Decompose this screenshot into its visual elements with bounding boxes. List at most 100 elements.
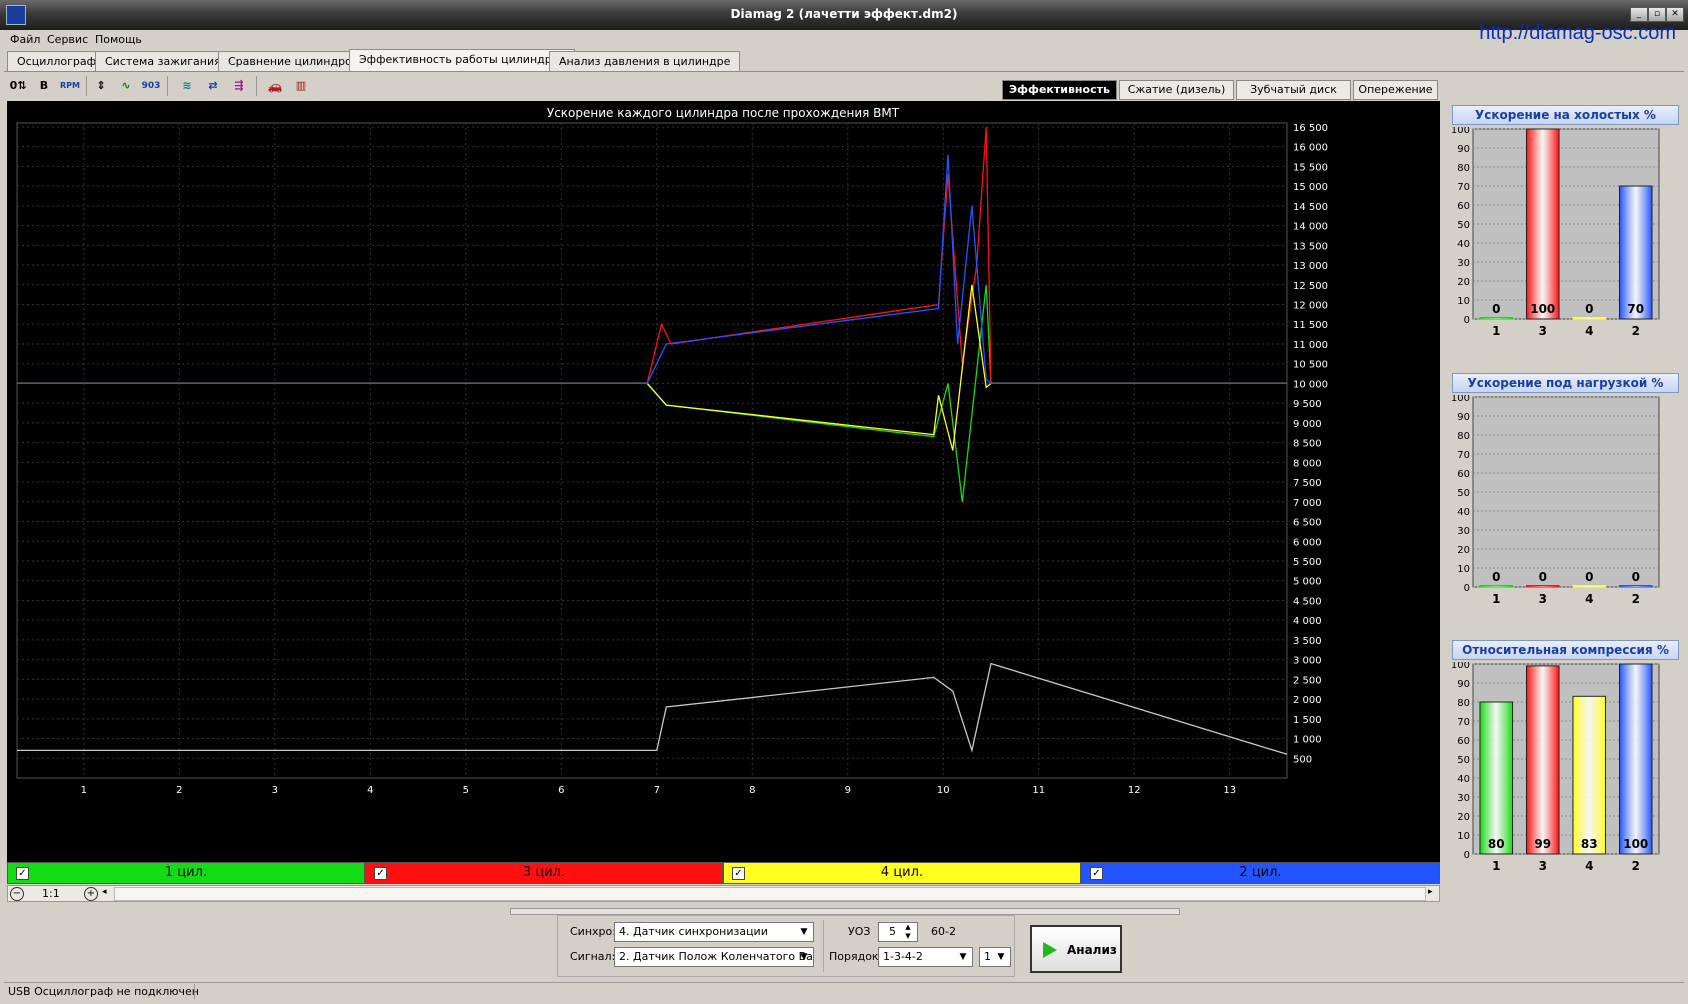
acceleration-chart[interactable]: Ускорение каждого цилиндра после прохожд… (7, 101, 1440, 862)
bar-value-label: 0 (1632, 570, 1640, 584)
y-tick-label: 15 000 (1293, 182, 1328, 193)
mode-tab-compression[interactable]: Сжатие (дизель) (1119, 80, 1234, 100)
mode-tab-efficiency[interactable]: Эффективность (1002, 80, 1117, 100)
bar-y-tick: 90 (1457, 144, 1470, 155)
mode-tab-gear-disk[interactable]: Зубчатый диск (1236, 80, 1351, 100)
x-tick-label: 3 (272, 785, 278, 796)
scroll-right-icon[interactable]: ▸ (1428, 887, 1433, 897)
axis-icon[interactable]: ⇄ (203, 76, 223, 96)
bar-value-label: 80 (1488, 837, 1505, 851)
y-tick-label: 7 000 (1293, 498, 1322, 509)
site-url[interactable]: http://diamag-osc.com (1479, 22, 1676, 45)
order-start-select[interactable]: 1 ▼ (979, 947, 1011, 967)
maximize-button[interactable]: ▫ (1648, 7, 1666, 22)
stepper-arrows-icon[interactable]: ▲ ▼ (901, 923, 915, 941)
bar-category-label: 3 (1539, 592, 1547, 606)
y-tick-label: 7 500 (1293, 478, 1322, 489)
firing-order-select[interactable]: 1-3-4-2 ▼ (878, 947, 973, 967)
tab-cylinder-compare[interactable]: Сравнение цилиндров (218, 51, 369, 71)
chevron-down-icon: ▼ (800, 927, 808, 937)
tab-pressure-analysis[interactable]: Анализ давления в цилиндре (549, 51, 741, 71)
bar (1479, 585, 1514, 588)
x-tick-label: 5 (463, 785, 469, 796)
y-tick-label: 2 500 (1293, 675, 1322, 686)
idle-accel-chart: 100908070605040302010001100304702 (1451, 127, 1660, 338)
firing-order-value: 1-3-4-2 (883, 950, 923, 963)
chart-title: Ускорение каждого цилиндра после прохожд… (547, 106, 900, 120)
bar-y-tick: 100 (1451, 127, 1470, 136)
bar-category-label: 3 (1539, 859, 1547, 873)
x-tick-label: 6 (558, 785, 564, 796)
bar-category-label: 1 (1492, 592, 1500, 606)
analyze-button[interactable]: Анализ (1030, 925, 1122, 973)
uoz-stepper[interactable]: 5 ▲ ▼ (878, 922, 918, 942)
cylinder-toggle-1[interactable]: ✓ 1 цил. (7, 862, 365, 884)
zoom-in-icon[interactable]: + (84, 887, 98, 901)
numbers-icon[interactable]: 903 (141, 76, 161, 96)
idle-accel-title: Ускорение на холостых % (1452, 105, 1679, 125)
x-tick-label: 4 (367, 785, 373, 796)
minimize-button[interactable]: _ (1630, 7, 1648, 22)
cylinder-toggle-4[interactable]: ✓ 4 цил. (723, 862, 1081, 884)
bar-y-tick: 70 (1457, 717, 1470, 728)
network-icon[interactable]: ≋ (177, 76, 197, 96)
tab-strip-divider (4, 71, 1684, 72)
cylinder-1-checkbox[interactable]: ✓ (16, 867, 29, 880)
tab-ignition[interactable]: Система зажигания (95, 51, 231, 71)
scale-icon[interactable]: ⇕ (91, 76, 111, 96)
bar-y-tick: 70 (1457, 182, 1470, 193)
status-bar: USB Осциллограф не подключен (4, 982, 1684, 1001)
car-icon[interactable]: 🚗 (265, 76, 285, 96)
cylinder-4-checkbox[interactable]: ✓ (732, 867, 745, 880)
zoom-arrows-icon[interactable]: 0⇅ (8, 76, 28, 96)
uoz-value: 5 (889, 925, 896, 938)
x-tick-label: 10 (937, 785, 950, 796)
wave-icon[interactable]: ∿ (116, 76, 136, 96)
compression-chart: 10090807060504030201008019938341002 (1451, 662, 1660, 873)
tab-oscilloscope[interactable]: Осциллограф (7, 51, 107, 71)
tab-cylinder-efficiency[interactable]: Эффективность работы цилиндров (349, 49, 575, 72)
zoom-scroll-strip: − 1:1 + ◂ ▸ (7, 885, 1440, 902)
analysis-controls: Синхро: 4. Датчик синхронизации ▼ Сигнал… (557, 915, 1015, 977)
horizontal-scrollbar[interactable] (114, 887, 1426, 901)
y-tick-label: 12 000 (1293, 301, 1328, 312)
title-bar[interactable]: Diamag 2 (лачетти эффект.dm2) _ ▫ ✕ (0, 0, 1688, 30)
bar (1572, 317, 1607, 320)
y-tick-label: 3 500 (1293, 636, 1322, 647)
compression-title: Относительная компрессия % (1452, 640, 1679, 660)
mode-tab-advance[interactable]: Опережение (1353, 80, 1438, 100)
chevron-down-icon: ▼ (800, 952, 808, 962)
status-text: USB Осциллограф не подключен (8, 985, 199, 998)
scroll-left-icon[interactable]: ◂ (102, 887, 107, 897)
bar-chart-icon[interactable]: ▥ (291, 76, 311, 96)
y-tick-label: 1 500 (1293, 715, 1322, 726)
cylinder-2-label: 2 цил. (1239, 865, 1282, 880)
cylinder-2-checkbox[interactable]: ✓ (1090, 867, 1103, 880)
bar-y-tick: 20 (1457, 812, 1470, 823)
menu-service[interactable]: Сервис (47, 33, 88, 46)
signal-select[interactable]: 2. Датчик Полож Коленчатого Вал ▼ (614, 947, 814, 967)
menu-help[interactable]: Помощь (95, 33, 142, 46)
bar-y-tick: 30 (1457, 526, 1470, 537)
x-tick-label: 11 (1032, 785, 1045, 796)
close-button[interactable]: ✕ (1666, 7, 1684, 22)
cylinder-3-checkbox[interactable]: ✓ (374, 867, 387, 880)
toolbar-separator (256, 76, 257, 96)
toolbar-separator (86, 76, 87, 96)
menu-file[interactable]: Файл (10, 33, 40, 46)
filter-icon[interactable]: ⇶ (229, 76, 249, 96)
sync-select-value: 4. Датчик синхронизации (619, 925, 768, 938)
bar-y-tick: 80 (1457, 698, 1470, 709)
zoom-out-icon[interactable]: − (10, 887, 24, 901)
y-tick-label: 8 500 (1293, 439, 1322, 450)
window-title: Diamag 2 (лачетти эффект.dm2) (730, 7, 958, 21)
bar-category-label: 1 (1492, 324, 1500, 338)
sync-select[interactable]: 4. Датчик синхронизации ▼ (614, 922, 814, 942)
y-tick-label: 3 000 (1293, 656, 1322, 667)
cylinder-toggle-3[interactable]: ✓ 3 цил. (365, 862, 723, 884)
bold-icon[interactable]: B (34, 76, 54, 96)
cylinder-toggle-2[interactable]: ✓ 2 цил. (1081, 862, 1440, 884)
panel-splitter[interactable] (510, 908, 1180, 915)
rpm-icon[interactable]: RPM (60, 76, 80, 96)
acceleration-chart-svg: Ускорение каждого цилиндра после прохожд… (16, 106, 1328, 796)
